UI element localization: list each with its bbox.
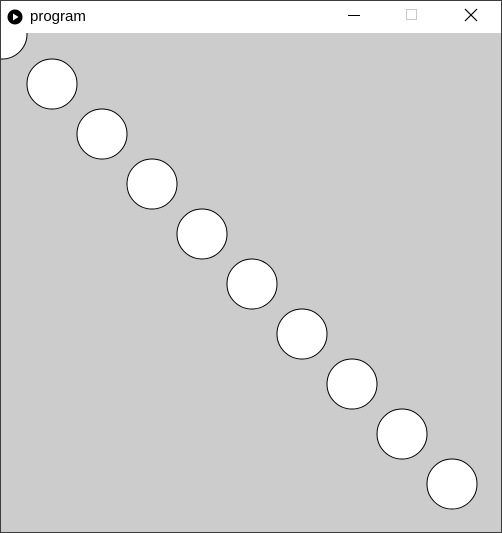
close-button[interactable] bbox=[448, 1, 494, 33]
minimize-icon bbox=[348, 8, 360, 26]
circle-9 bbox=[376, 408, 428, 460]
close-icon bbox=[464, 8, 478, 27]
play-circle-icon bbox=[7, 9, 23, 25]
circle-2 bbox=[26, 58, 78, 110]
minimize-button[interactable] bbox=[331, 1, 377, 33]
circle-3 bbox=[76, 108, 128, 160]
maximize-button[interactable] bbox=[389, 1, 435, 33]
circle-4 bbox=[126, 158, 178, 210]
circle-10 bbox=[426, 458, 478, 510]
title-bar[interactable]: program bbox=[1, 1, 501, 33]
circle-7 bbox=[276, 308, 328, 360]
program-window: program bbox=[0, 0, 502, 533]
window-title: program bbox=[30, 8, 86, 25]
circle-8 bbox=[326, 358, 378, 410]
circle-6 bbox=[226, 258, 278, 310]
circle-5 bbox=[176, 208, 228, 260]
maximize-icon bbox=[406, 8, 418, 26]
sketch-svg bbox=[1, 33, 501, 532]
sketch-canvas[interactable] bbox=[1, 33, 501, 532]
